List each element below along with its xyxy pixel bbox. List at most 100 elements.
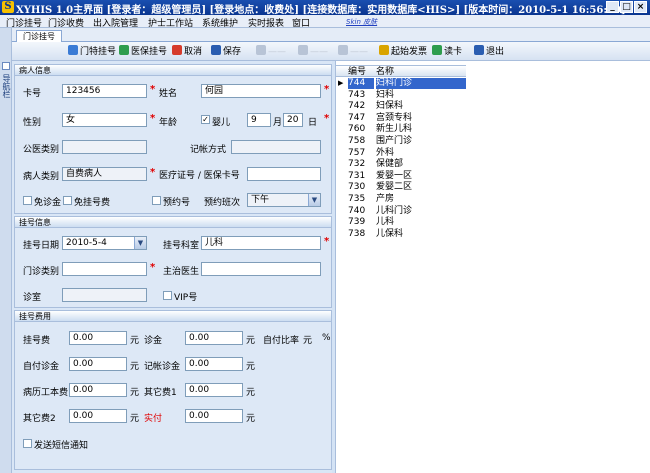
minimize-button[interactable]: _ bbox=[606, 1, 619, 13]
reg-fee-label: 挂号费 bbox=[23, 336, 51, 346]
age-input[interactable]: 9 bbox=[247, 113, 271, 127]
reg-dept-input[interactable]: 儿科 bbox=[201, 236, 321, 250]
list-item[interactable]: 735 产房 bbox=[336, 194, 466, 206]
self-deposit-input[interactable]: 0.00 bbox=[69, 357, 127, 371]
toolbar: 门特挂号 医保挂号 取消 保存 —— —— —— 起始发票 读卡 退出 bbox=[12, 42, 650, 61]
free-reg-fee-checkbox[interactable] bbox=[63, 196, 72, 205]
window-title: XYHIS 1.0主界面 [登录者：超级管理员] [登录地点：收费处] [连接数… bbox=[16, 5, 626, 16]
chevron-down-icon[interactable]: ▼ bbox=[134, 237, 146, 249]
read-card-button[interactable]: 读卡 bbox=[432, 45, 462, 58]
free-deposit-checkbox[interactable] bbox=[23, 196, 32, 205]
cancel-icon bbox=[172, 45, 182, 55]
currency-label: 元 bbox=[303, 336, 313, 346]
vip-checkbox[interactable] bbox=[163, 291, 172, 300]
clinic-type-input[interactable] bbox=[62, 262, 147, 276]
people-icon bbox=[68, 45, 78, 55]
list-item[interactable]: 743 妇科 bbox=[336, 90, 466, 102]
list-item[interactable]: 730 爱婴二区 bbox=[336, 182, 466, 194]
fees-header: 挂号费用 bbox=[15, 311, 331, 322]
infant-checkbox[interactable]: ✓ bbox=[201, 115, 210, 124]
list-item[interactable]: 742 妇保科 bbox=[336, 101, 466, 113]
start-invoice-button[interactable]: 起始发票 bbox=[379, 45, 427, 58]
list-item[interactable]: ▶ 744 妇科门诊 bbox=[336, 78, 466, 90]
free-deposit-label: 免诊金 bbox=[34, 198, 62, 208]
infant-label: 婴儿 bbox=[212, 118, 231, 128]
appointment-checkbox[interactable] bbox=[152, 196, 161, 205]
patient-type-input[interactable]: 自费病人 bbox=[62, 167, 147, 181]
reg-fee-input[interactable]: 0.00 bbox=[69, 331, 127, 345]
reg-date-picker[interactable]: 2010-5-4 ▼ bbox=[62, 236, 147, 250]
sms-notify-checkbox[interactable] bbox=[23, 439, 32, 448]
gender-input[interactable]: 女 bbox=[62, 113, 147, 127]
paid-input[interactable]: 0.00 bbox=[185, 409, 243, 423]
list-item[interactable]: 738 儿保科 bbox=[336, 229, 466, 241]
required-mark: * bbox=[324, 113, 330, 124]
list-item[interactable]: 757 外科 bbox=[336, 148, 466, 160]
title-bar: S XYHIS 1.0主界面 [登录者：超级管理员] [登录地点：收费处] [连… bbox=[0, 0, 650, 16]
special-registration-button[interactable]: 门特挂号 bbox=[68, 45, 116, 58]
days-input[interactable]: 20 bbox=[283, 113, 303, 127]
required-mark: * bbox=[150, 262, 156, 273]
col-code-header[interactable]: 编号 bbox=[348, 66, 366, 78]
maximize-button[interactable]: □ bbox=[620, 1, 633, 13]
public-med-input[interactable] bbox=[62, 140, 147, 154]
list-item[interactable]: 731 爱婴一区 bbox=[336, 171, 466, 183]
chevron-down-icon[interactable]: ▼ bbox=[308, 194, 320, 206]
name-input[interactable]: 何园 bbox=[201, 84, 321, 98]
deposit-input[interactable]: 0.00 bbox=[185, 331, 243, 345]
card-no-label: 卡号 bbox=[23, 89, 42, 99]
list-item[interactable]: 740 儿科门诊 bbox=[336, 206, 466, 218]
doctor-label: 主治医生 bbox=[163, 267, 200, 277]
vip-label: VIP号 bbox=[174, 293, 198, 303]
invoice-icon bbox=[379, 45, 389, 55]
tab-outpatient-registration[interactable]: 门诊挂号 bbox=[16, 30, 62, 42]
currency-label: 元 bbox=[246, 388, 256, 398]
close-button[interactable]: × bbox=[634, 1, 647, 13]
save-button[interactable]: 保存 bbox=[211, 45, 241, 58]
currency-label: 元 bbox=[246, 362, 256, 372]
insurance-registration-button[interactable]: 医保挂号 bbox=[119, 45, 167, 58]
record-fee-label: 病历工本费 bbox=[23, 388, 69, 398]
patient-info-group: 病人信息 卡号 123456 * 姓名 何园 * 性别 女 * 年龄 ✓ 婴儿 … bbox=[14, 64, 332, 214]
day-label: 日 bbox=[308, 118, 318, 128]
disabled-tool-1: —— bbox=[256, 45, 286, 58]
room-input[interactable] bbox=[62, 288, 147, 302]
row-pointer-icon: ▶ bbox=[338, 79, 344, 87]
form-pane: 病人信息 卡号 123456 * 姓名 何园 * 性别 女 * 年龄 ✓ 婴儿 … bbox=[12, 61, 332, 473]
gender-label: 性别 bbox=[23, 118, 42, 128]
med-card-input[interactable] bbox=[247, 167, 321, 181]
other-fee2-input[interactable]: 0.00 bbox=[69, 409, 127, 423]
cancel-button[interactable]: 取消 bbox=[172, 45, 202, 58]
paid-label: 实付 bbox=[144, 414, 163, 424]
col-name-header[interactable]: 名称 bbox=[376, 66, 394, 78]
doctor-input[interactable] bbox=[201, 262, 321, 276]
account-deposit-input[interactable]: 0.00 bbox=[185, 357, 243, 371]
list-item[interactable]: 760 新生儿科 bbox=[336, 124, 466, 136]
currency-label: 元 bbox=[246, 336, 256, 346]
exit-icon bbox=[474, 45, 484, 55]
appt-shift-select[interactable]: 下午 ▼ bbox=[247, 193, 321, 207]
pin-icon[interactable] bbox=[2, 62, 10, 70]
record-fee-input[interactable]: 0.00 bbox=[69, 383, 127, 397]
fees-group: 挂号费用 挂号费 0.00 元 诊金 0.00 元 自付比率 元 % 自付诊金 … bbox=[14, 310, 332, 470]
currency-label: 元 bbox=[130, 336, 140, 346]
list-item[interactable]: 732 保健部 bbox=[336, 159, 466, 171]
patient-type-label: 病人类别 bbox=[23, 172, 60, 182]
list-item[interactable]: 739 儿科 bbox=[336, 217, 466, 229]
self-deposit-label: 自付诊金 bbox=[23, 362, 60, 372]
insurance-icon bbox=[119, 45, 129, 55]
account-method-label: 记帐方式 bbox=[190, 145, 227, 155]
required-mark: * bbox=[150, 167, 156, 178]
card-no-input[interactable]: 123456 bbox=[62, 84, 147, 98]
other-fee1-label: 其它费1 bbox=[144, 388, 177, 398]
account-method-input[interactable] bbox=[231, 140, 321, 154]
other-fee1-input[interactable]: 0.00 bbox=[185, 383, 243, 397]
required-mark: * bbox=[324, 236, 330, 247]
reg-dept-label: 挂号科室 bbox=[163, 241, 200, 251]
list-item[interactable]: 747 宫颈专科 bbox=[336, 113, 466, 125]
skin-link[interactable]: Skin 皮肤 bbox=[346, 17, 377, 27]
name-label: 姓名 bbox=[159, 89, 178, 99]
navigation-strip[interactable]: 导航栏 bbox=[0, 28, 12, 473]
list-item[interactable]: 758 围产门诊 bbox=[336, 136, 466, 148]
exit-button[interactable]: 退出 bbox=[474, 45, 504, 58]
